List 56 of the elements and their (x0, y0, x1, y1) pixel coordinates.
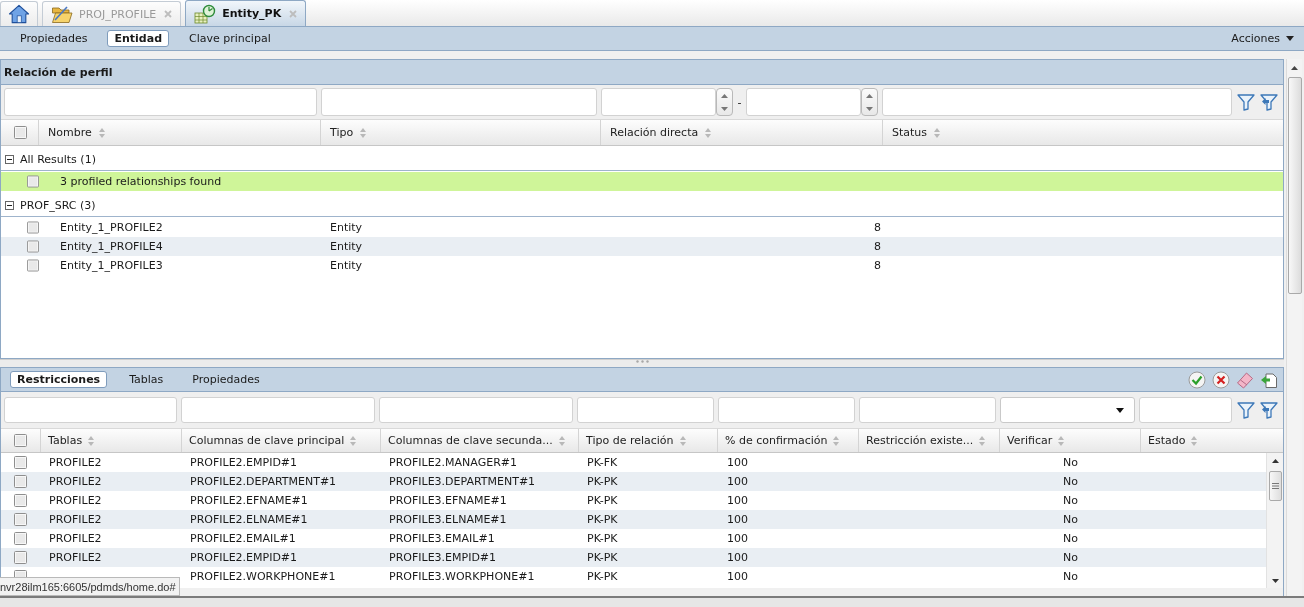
group-label: All Results (1) (20, 153, 96, 166)
range-separator: - (737, 95, 742, 109)
table-cell-text: PROFILE3.EMAIL#1 (388, 532, 496, 545)
table-cell-text: PROFILE3.DEPARTMENT#1 (388, 475, 537, 488)
table-cell-text: 100 (726, 456, 749, 469)
table-cell-text: Entity_1_PROFILE4 (59, 240, 164, 253)
table-cell-text: PK-PK (586, 513, 619, 526)
table-cell-text: PROFILE2 (48, 513, 103, 526)
table-cell: No (1063, 551, 1078, 564)
table-cell-text: 100 (726, 551, 749, 564)
panel-title: Relación de perfil (1, 60, 1283, 85)
table-cell-text: PROFILE2.ELNAME#1 (189, 513, 309, 526)
table-cell-text: Entity (329, 221, 364, 234)
table-cell-text: 8 (874, 221, 882, 234)
table-cell-text: PROFILE2 (48, 532, 103, 545)
table-cell-text: 100 (726, 513, 749, 526)
table-cell-text: 8 (874, 240, 882, 253)
table-cell: No (1063, 570, 1078, 583)
table-cell-text: PROFILE2 (48, 475, 103, 488)
table-cell-text: PROFILE3.EMPID#1 (388, 551, 498, 564)
table-cell-text: Entity (329, 240, 364, 253)
table-cell-text: Entity_1_PROFILE3 (59, 259, 164, 272)
table-cell-text: PROFILE2.EMAIL#1 (189, 532, 297, 545)
table-cell-text: Entity (329, 259, 364, 272)
table-cell-text: PK-PK (586, 532, 619, 545)
table-cell: No (1063, 532, 1078, 545)
table-cell-text: PK-PK (586, 475, 619, 488)
table-cell-text: PROFILE2.EMPID#1 (189, 456, 299, 469)
table-cell: No (1063, 456, 1078, 469)
summary-text: 3 profiled relationships found (59, 175, 223, 188)
table-cell: No (1063, 494, 1078, 507)
table-cell-text: PROFILE2.EFNAME#1 (189, 494, 309, 507)
group-label: PROF_SRC (3) (20, 199, 96, 212)
table-cell-text: PK-PK (586, 494, 619, 507)
table-cell: No (1063, 475, 1078, 488)
table-cell-text: PK-PK (586, 570, 619, 583)
table-cell-text: Entity_1_PROFILE2 (59, 221, 164, 234)
table-cell-text: PROFILE3.EFNAME#1 (388, 494, 508, 507)
table-cell-text: PROFILE2 (48, 456, 103, 469)
table-cell-text: PK-PK (586, 551, 619, 564)
table-cell: No (1063, 513, 1078, 526)
table-cell-text: 100 (726, 494, 749, 507)
table-cell-text: PROFILE2.DEPARTMENT#1 (189, 475, 338, 488)
url-tooltip: nvr28ilm165:6605/pdmds/home.do# (0, 577, 180, 596)
table-cell-text: 8 (874, 259, 882, 272)
table-cell-text: 100 (726, 475, 749, 488)
table-cell-text: PK-FK (586, 456, 619, 469)
table-cell-text: PROFILE2.MANAGER#1 (388, 456, 518, 469)
table-cell-text: PROFILE3.WORKPHONE#1 (388, 570, 536, 583)
table-cell-text: PROFILE2.WORKPHONE#1 (189, 570, 337, 583)
table-cell-text: PROFILE2.EMPID#1 (189, 551, 299, 564)
table-cell-text: PROFILE3.ELNAME#1 (388, 513, 508, 526)
table-cell-text: PROFILE2 (48, 494, 103, 507)
table-cell-text: 100 (726, 532, 749, 545)
table-cell-text: 100 (726, 570, 749, 583)
table-cell-text: PROFILE2 (48, 551, 103, 564)
